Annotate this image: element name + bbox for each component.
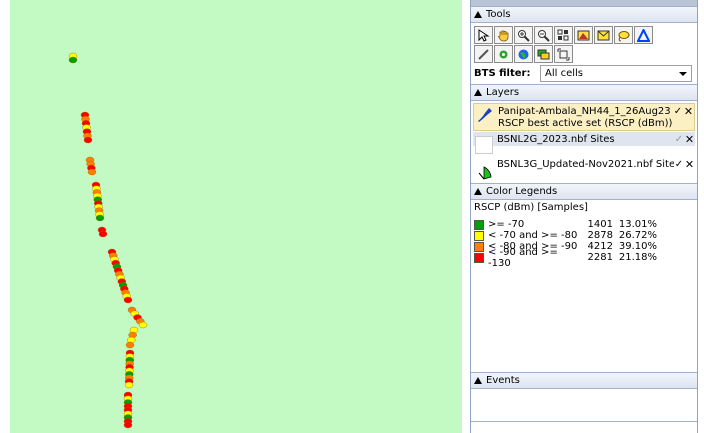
legend-row: < -70 and >= -80 2878 26.72% [474,230,694,241]
layer-item-drive-test[interactable]: Panipat-Ambala_NH44_1_26Aug23 F ✓ ✕ RSCP b… [473,103,695,131]
side-panel: Tools BTS filter: All cells Layers Panip… [470,0,698,433]
pointer-icon[interactable] [474,26,493,44]
legend-count: 2878 [587,230,613,241]
legend-label: < -90 and >= -130 [488,246,558,269]
events-title: Events [486,375,520,386]
measurement-point [124,381,134,389]
events-body [471,389,697,422]
measurement-point [68,56,78,64]
layer-name: BSNL2G_2023.nbf Sites [497,133,615,145]
ruler-icon[interactable] [474,45,493,63]
legend-rows: >= -70 1401 13.01% < -70 and >= -80 2878 26.7… [474,219,694,269]
splitter[interactable] [462,0,470,433]
color-legends-body: RSCP (dBm) [Samples] >= -70 1401 13.01% < -… [471,200,697,372]
tools-header[interactable]: Tools [471,6,697,23]
measurement-point [123,296,133,304]
legend-subtitle: RSCP (dBm) [Samples] [474,202,588,213]
close-icon[interactable]: ✕ [683,105,694,118]
zoom-in-icon[interactable] [514,26,533,44]
measurement-point [83,136,93,144]
measurement-point [138,321,148,329]
legend-percent: 21.18% [618,252,657,263]
measurement-point [125,341,135,349]
map-view[interactable] [10,0,462,433]
grid-select-icon[interactable] [554,26,573,44]
legend-row: < -90 and >= -130 2281 21.18% [474,247,694,269]
blank-icon [475,136,493,154]
close-icon[interactable]: ✕ [684,158,695,171]
legend-percent: 13.01% [618,219,657,230]
legend-count: 2281 [587,252,613,263]
legend-count: 1401 [587,219,613,230]
globe-icon[interactable] [514,45,533,63]
legend-row: >= -70 1401 13.01% [474,219,694,230]
legend-label: < -70 and >= -80 [488,230,578,241]
check-icon[interactable]: ✓ [674,134,684,145]
zoom-out-icon[interactable] [534,26,553,44]
hand-pan-icon[interactable] [494,26,513,44]
collapse-icon [474,377,482,384]
legend-swatch [474,219,484,230]
sector-site-icon [478,166,492,180]
legend-label: >= -70 [488,219,525,230]
legend-percent: 39.10% [618,241,657,252]
rect-map-icon[interactable] [574,26,593,44]
check-icon[interactable]: ✓ [674,159,684,170]
collapse-icon [474,188,482,195]
layer-name: BSNL3G_Updated-Nov2021.nbf Sites [497,158,674,170]
layer-name: Panipat-Ambala_NH44_1_26Aug23 F [498,105,673,117]
measurement-point [95,214,105,222]
layer-subtitle: RSCP best active set (RSCP (dBm)) [498,118,673,129]
layers-list: Panipat-Ambala_NH44_1_26Aug23 F ✓ ✕ RSCP b… [471,101,697,183]
layers-header[interactable]: Layers [471,84,697,101]
events-header[interactable]: Events [471,372,697,389]
check-icon[interactable]: ✓ [673,106,683,117]
envelope-map-icon[interactable] [594,26,613,44]
lasso-icon[interactable] [614,26,633,44]
layer-item-3g-sites[interactable]: BSNL3G_Updated-Nov2021.nbf Sites ✓ ✕ [473,157,695,181]
collapse-icon [474,89,482,96]
bts-filter-value: All cells [545,68,583,79]
tools-title: Tools [486,9,511,20]
legend-percent: 26.72% [618,230,657,241]
chevron-down-icon [679,71,687,76]
color-legends-title: Color Legends [486,186,558,197]
bts-filter-select[interactable]: All cells [540,65,692,82]
drive-route [68,52,148,429]
legend-swatch [474,241,484,252]
triangle-icon[interactable] [634,26,653,44]
layers-title: Layers [486,87,520,98]
close-icon[interactable]: ✕ [684,133,695,146]
measurement-point [87,168,97,176]
measurement-point [98,230,108,238]
layers-icon[interactable] [534,45,553,63]
bts-filter-label: BTS filter: [474,68,531,79]
color-legends-header[interactable]: Color Legends [471,183,697,200]
layer-item-2g-sites[interactable]: BSNL2G_2023.nbf Sites ✓ ✕ [473,132,695,156]
tools-body: BTS filter: All cells [471,23,697,84]
drive-test-icon [478,108,492,122]
legend-swatch [474,252,484,263]
legend-count: 4212 [587,241,613,252]
legend-swatch [474,230,484,241]
measure-icon[interactable] [494,45,513,63]
measurement-point [123,421,133,429]
resize-icon[interactable] [554,45,573,63]
collapse-icon [474,11,482,18]
